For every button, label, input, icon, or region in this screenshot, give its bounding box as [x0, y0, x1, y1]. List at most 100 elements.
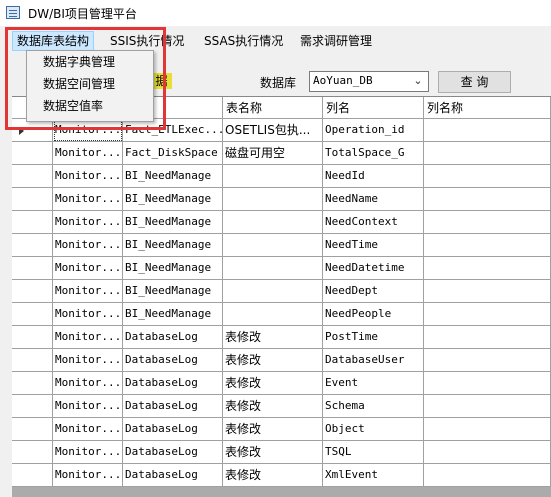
cell-column[interactable]: Event — [323, 372, 424, 395]
row-header[interactable] — [12, 165, 53, 188]
cell-table[interactable]: BI_NeedManage — [123, 303, 223, 326]
cell-database[interactable]: Monitor... — [53, 303, 123, 326]
row-header[interactable] — [12, 211, 53, 234]
cell-column[interactable]: Operation_id — [323, 119, 424, 142]
cell-table-name[interactable] — [223, 303, 323, 326]
cell-table[interactable]: BI_NeedManage — [123, 234, 223, 257]
database-select[interactable]: AoYuan_DB ⌄ — [309, 71, 429, 92]
cell-database[interactable]: Monitor... — [53, 464, 123, 487]
cell-database[interactable]: Monitor... — [53, 234, 123, 257]
row-header[interactable] — [12, 326, 53, 349]
cell-table-name[interactable]: 表修改 — [223, 349, 323, 372]
menu-requirements[interactable]: 需求调研管理 — [300, 32, 372, 50]
cell-column-name[interactable] — [424, 142, 551, 165]
menu-ssis-status[interactable]: SSIS执行情况 — [110, 32, 184, 50]
row-header[interactable] — [12, 372, 53, 395]
cell-column-name[interactable] — [424, 349, 551, 372]
row-header[interactable] — [12, 280, 53, 303]
cell-table[interactable]: DatabaseLog — [123, 349, 223, 372]
cell-table-name[interactable] — [223, 165, 323, 188]
cell-column[interactable]: NeedTime — [323, 234, 424, 257]
cell-column[interactable]: NeedId — [323, 165, 424, 188]
cell-column[interactable]: NeedDatetime — [323, 257, 424, 280]
cell-column[interactable]: TotalSpace_G — [323, 142, 424, 165]
cell-table-name[interactable] — [223, 257, 323, 280]
cell-column[interactable]: PostTime — [323, 326, 424, 349]
cell-database[interactable]: Monitor... — [53, 119, 123, 142]
cell-table-name[interactable]: 表修改 — [223, 326, 323, 349]
cell-column-name[interactable] — [424, 280, 551, 303]
cell-table-name[interactable]: 磁盘可用空 — [223, 142, 323, 165]
cell-column[interactable]: DatabaseUser — [323, 349, 424, 372]
cell-table-name[interactable]: 表修改 — [223, 372, 323, 395]
menu-item-null-rate[interactable]: 数据空值率 — [43, 96, 103, 116]
cell-table[interactable]: BI_NeedManage — [123, 280, 223, 303]
menu-item-data-space[interactable]: 数据空间管理 — [43, 74, 115, 94]
menu-item-data-dictionary[interactable]: 数据字典管理 — [43, 52, 115, 72]
cell-table-name[interactable]: 表修改 — [223, 418, 323, 441]
cell-column-name[interactable] — [424, 418, 551, 441]
cell-table-name[interactable]: 表修改 — [223, 441, 323, 464]
cell-column[interactable]: Schema — [323, 395, 424, 418]
row-header[interactable] — [12, 119, 53, 142]
cell-column-name[interactable] — [424, 211, 551, 234]
cell-column[interactable]: Object — [323, 418, 424, 441]
cell-column-name[interactable] — [424, 326, 551, 349]
row-header[interactable] — [12, 303, 53, 326]
cell-column[interactable]: NeedPeople — [323, 303, 424, 326]
cell-database[interactable]: Monitor... — [53, 441, 123, 464]
cell-database[interactable]: Monitor... — [53, 326, 123, 349]
row-header[interactable] — [12, 188, 53, 211]
data-grid[interactable]: 表名称 列名 列名称 Monitor...Fact_ETLExec...OSET… — [12, 96, 551, 497]
cell-column-name[interactable] — [424, 234, 551, 257]
column-header-column-name[interactable]: 列名称 — [424, 97, 551, 119]
cell-table-name[interactable] — [223, 280, 323, 303]
cell-table[interactable]: BI_NeedManage — [123, 165, 223, 188]
column-header-column[interactable]: 列名 — [323, 97, 424, 119]
cell-table-name[interactable]: 表修改 — [223, 395, 323, 418]
chevron-down-icon[interactable]: ⌄ — [411, 73, 425, 89]
menu-ssas-status[interactable]: SSAS执行情况 — [204, 32, 283, 50]
cell-table[interactable]: DatabaseLog — [123, 326, 223, 349]
cell-table[interactable]: DatabaseLog — [123, 372, 223, 395]
cell-column[interactable]: NeedContext — [323, 211, 424, 234]
cell-column[interactable]: NeedDept — [323, 280, 424, 303]
cell-database[interactable]: Monitor... — [53, 165, 123, 188]
cell-table[interactable]: Fact_DiskSpace — [123, 142, 223, 165]
cell-table-name[interactable]: 表修改 — [223, 464, 323, 487]
cell-table[interactable]: DatabaseLog — [123, 441, 223, 464]
cell-column-name[interactable] — [424, 257, 551, 280]
cell-database[interactable]: Monitor... — [53, 280, 123, 303]
cell-table[interactable]: BI_NeedManage — [123, 257, 223, 280]
row-header[interactable] — [12, 464, 53, 487]
cell-column-name[interactable] — [424, 441, 551, 464]
query-button[interactable]: 查 询 — [438, 71, 511, 93]
cell-database[interactable]: Monitor... — [53, 372, 123, 395]
cell-column[interactable]: XmlEvent — [323, 464, 424, 487]
cell-table-name[interactable]: OSETLIS包执... — [223, 119, 323, 142]
cell-database[interactable]: Monitor... — [53, 211, 123, 234]
cell-column[interactable]: NeedName — [323, 188, 424, 211]
cell-table[interactable]: DatabaseLog — [123, 395, 223, 418]
cell-database[interactable]: Monitor... — [53, 418, 123, 441]
column-header-table-name[interactable]: 表名称 — [223, 97, 323, 119]
cell-column-name[interactable] — [424, 303, 551, 326]
row-header[interactable] — [12, 441, 53, 464]
cell-database[interactable]: Monitor... — [53, 257, 123, 280]
cell-database[interactable]: Monitor... — [53, 395, 123, 418]
cell-table[interactable]: DatabaseLog — [123, 464, 223, 487]
cell-column-name[interactable] — [424, 372, 551, 395]
cell-table-name[interactable] — [223, 188, 323, 211]
row-header[interactable] — [12, 349, 53, 372]
cell-table-name[interactable] — [223, 234, 323, 257]
row-header[interactable] — [12, 395, 53, 418]
cell-column[interactable]: TSQL — [323, 441, 424, 464]
cell-column-name[interactable] — [424, 395, 551, 418]
cell-table[interactable]: BI_NeedManage — [123, 188, 223, 211]
cell-database[interactable]: Monitor... — [53, 142, 123, 165]
cell-database[interactable]: Monitor... — [53, 188, 123, 211]
row-header[interactable] — [12, 418, 53, 441]
cell-column-name[interactable] — [424, 119, 551, 142]
cell-table-name[interactable] — [223, 211, 323, 234]
cell-column-name[interactable] — [424, 188, 551, 211]
